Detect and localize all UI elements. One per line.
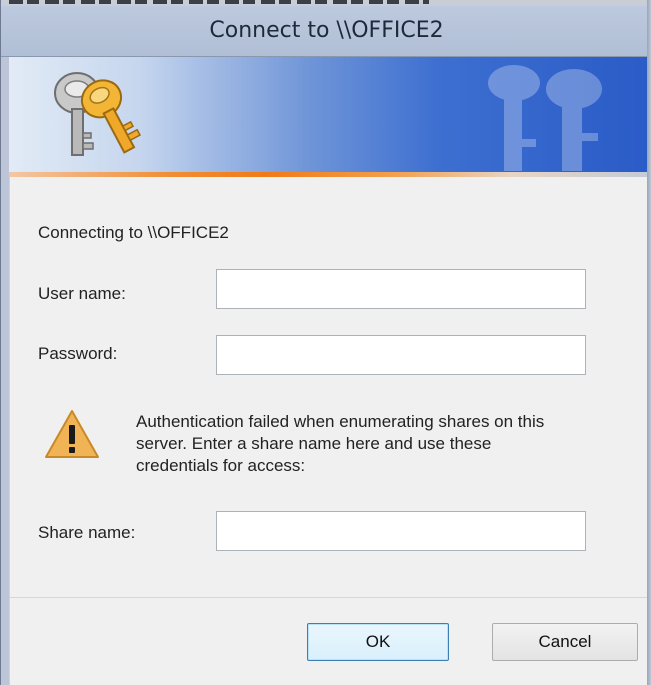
cancel-button[interactable]: Cancel [492,623,638,661]
warning-icon [45,410,99,458]
window-title: Connect to \\OFFICE2 [209,18,444,43]
keys-icon [54,72,141,156]
keys-watermark-icon [488,65,602,171]
connecting-text: Connecting to \\OFFICE2 [38,223,229,242]
password-label: Password: [38,344,118,363]
auth-failed-message: Authentication failed when enumerating s… [136,412,545,475]
ok-button[interactable]: OK [307,623,449,661]
sharename-input[interactable] [216,511,586,551]
sharename-label: Share name: [38,523,136,542]
window-right-border [647,0,651,685]
header-banner [9,57,651,172]
connect-dialog: Connect to \\OFFICE2 Connecting to \\OFF… [0,0,651,685]
username-label: User name: [38,284,126,303]
password-input[interactable] [216,335,586,375]
button-footer: OK Cancel [10,598,651,685]
title-bar[interactable]: Connect to \\OFFICE2 [1,6,651,57]
dialog-body: Connecting to \\OFFICE2 User name: Passw… [9,177,651,685]
username-input[interactable] [216,269,586,309]
